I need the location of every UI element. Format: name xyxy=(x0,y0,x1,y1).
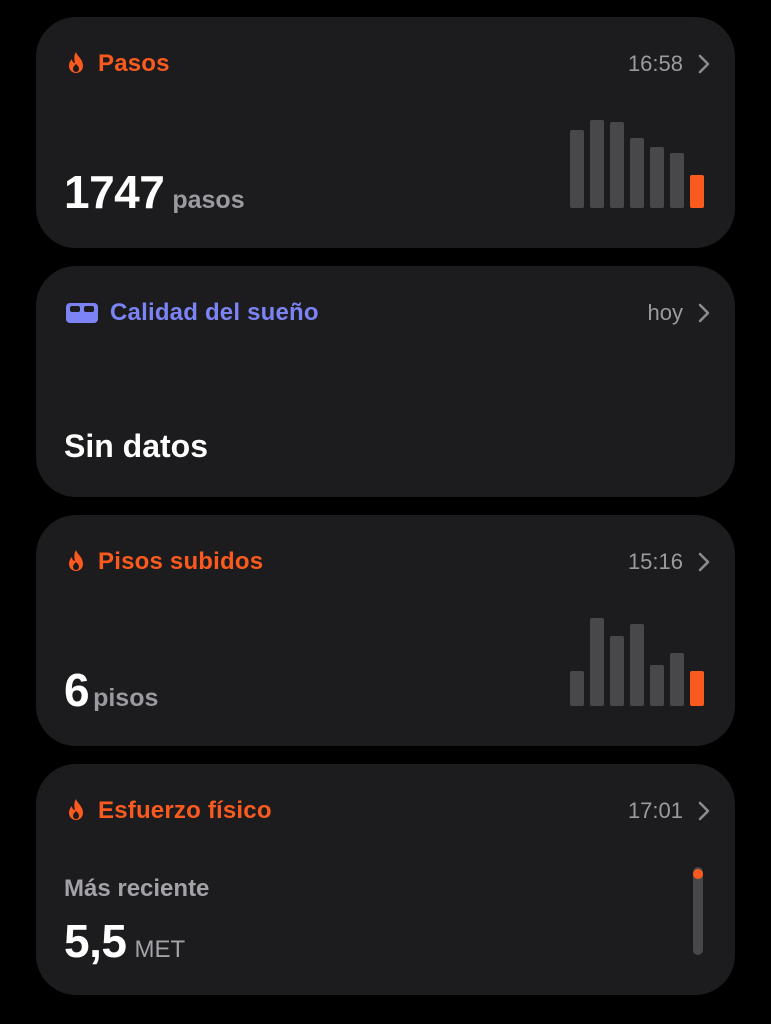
flame-icon xyxy=(64,50,88,78)
steps-card-header: Pasos 16:58 xyxy=(64,47,711,81)
steps-value: 1747 xyxy=(64,166,165,218)
floors-chart-bar xyxy=(690,671,704,706)
effort-unit: MET xyxy=(134,936,186,963)
sleep-time: hoy xyxy=(647,300,683,325)
steps-chart-bar xyxy=(690,175,704,208)
steps-chart xyxy=(570,120,706,208)
steps-chart-bar xyxy=(650,147,664,208)
floors-card-header: Pisos subidos 15:16 xyxy=(64,545,711,579)
steps-title: Pasos xyxy=(98,50,170,77)
effort-card[interactable]: Esfuerzo físico 17:01 Más reciente 5,5 M… xyxy=(36,764,735,995)
sleep-no-data: Sin datos xyxy=(64,428,209,464)
effort-card-header: Esfuerzo físico 17:01 xyxy=(64,794,711,828)
chevron-right-icon xyxy=(697,551,711,573)
floors-chart-bar xyxy=(610,636,624,706)
steps-card[interactable]: Pasos 16:58 1747 pasos xyxy=(36,17,735,248)
floors-value: 6 xyxy=(64,664,90,716)
effort-level-dot xyxy=(693,869,703,879)
steps-chart-bar xyxy=(630,138,644,208)
effort-label: Más reciente xyxy=(64,875,210,902)
sleep-card-header: Calidad del sueño hoy xyxy=(64,296,711,330)
bed-icon xyxy=(64,299,100,327)
chevron-right-icon xyxy=(697,800,711,822)
effort-value: 5,5 xyxy=(64,915,127,967)
floors-value-row: 6 pisos xyxy=(64,663,158,717)
effort-level-track xyxy=(693,867,703,955)
floors-unit: pisos xyxy=(93,684,159,712)
effort-time: 17:01 xyxy=(627,798,683,823)
sleep-card[interactable]: Calidad del sueño hoy Sin datos xyxy=(36,266,735,497)
steps-chart-bar xyxy=(610,122,624,208)
flame-icon xyxy=(64,797,88,825)
effort-title: Esfuerzo físico xyxy=(98,797,272,824)
flame-icon xyxy=(64,548,88,576)
floors-chart-bar xyxy=(630,624,644,706)
sleep-title: Calidad del sueño xyxy=(110,299,319,326)
chevron-right-icon xyxy=(697,302,711,324)
floors-time: 15:16 xyxy=(627,549,683,574)
steps-value-row: 1747 pasos xyxy=(64,165,245,219)
steps-chart-bar xyxy=(590,120,604,208)
effort-value-row: 5,5 MET xyxy=(64,914,185,968)
chevron-right-icon xyxy=(697,53,711,75)
steps-chart-bar xyxy=(570,130,584,208)
floors-chart-bar xyxy=(670,653,684,706)
floors-chart-bar xyxy=(590,618,604,706)
steps-chart-bar xyxy=(670,153,684,208)
floors-chart-bar xyxy=(650,665,664,706)
floors-chart xyxy=(570,618,706,706)
steps-unit: pasos xyxy=(172,186,245,214)
floors-card[interactable]: Pisos subidos 15:16 6 pisos xyxy=(36,515,735,746)
floors-chart-bar xyxy=(570,671,584,706)
floors-title: Pisos subidos xyxy=(98,548,264,575)
steps-time: 16:58 xyxy=(627,51,683,76)
